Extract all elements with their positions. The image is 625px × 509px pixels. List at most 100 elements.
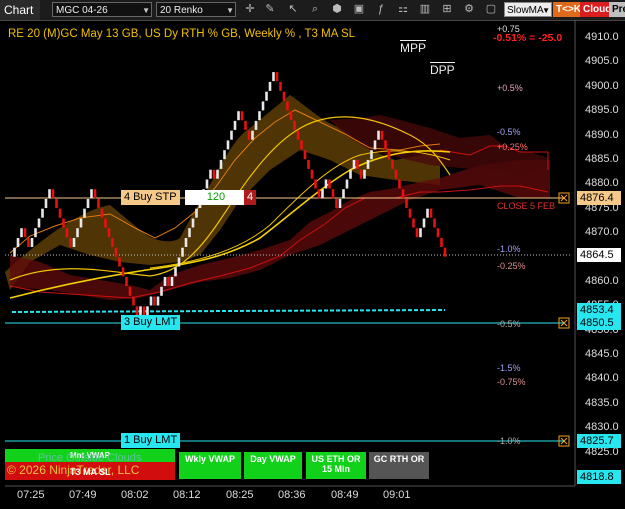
renko-brick-up	[90, 189, 93, 199]
renko-brick-up	[83, 208, 86, 218]
renko-brick-down	[23, 228, 27, 238]
renko-brick-down	[142, 306, 146, 316]
stop-order-quantity[interactable]: 120	[185, 190, 247, 205]
price-tick-label: 4880.0	[585, 177, 619, 190]
renko-brick-down	[331, 189, 335, 199]
last-price-marker: 4864.5	[577, 248, 621, 262]
price-tick-label: 4860.0	[585, 274, 619, 287]
renko-brick-down	[125, 277, 128, 286]
renko-brick-down	[107, 228, 111, 238]
gc-rth-or-button[interactable]: GC RTH OR	[369, 452, 429, 479]
pct-neg15-label: -1.5%	[497, 363, 521, 373]
renko-brick-down	[282, 91, 286, 101]
renko-brick-up	[342, 189, 345, 199]
renko-brick-down	[279, 81, 282, 91]
strategy-icon[interactable]: ƒ	[374, 2, 388, 16]
chart-menu-button[interactable]: Chart	[0, 0, 40, 20]
window-icon[interactable]: ▢	[484, 2, 498, 16]
instrument-selector[interactable]: MGC 04-26 ▼	[52, 2, 152, 17]
renko-brick-down	[135, 306, 139, 316]
indicator-select[interactable]: SlowMA ▼	[504, 2, 552, 17]
renko-brick-down	[384, 140, 387, 150]
renko-brick-up	[139, 306, 142, 316]
data-box-icon[interactable]: ▥	[418, 2, 432, 16]
renko-brick-up	[233, 120, 237, 130]
renko-brick-up	[366, 159, 370, 169]
indicators-icon[interactable]: ⚏	[396, 2, 410, 16]
renko-brick-up	[149, 296, 153, 306]
renko-brick-up	[251, 130, 254, 140]
renko-brick-down	[65, 228, 69, 238]
close-5-feb-label: CLOSE 5 FEB	[497, 201, 556, 211]
renko-brick-up	[76, 228, 79, 238]
renko-brick-up	[30, 238, 34, 247]
mpp-label: MPP	[400, 40, 427, 55]
bar-type-value: 20 Renko	[160, 5, 203, 16]
screenshot-icon[interactable]: ▣	[352, 2, 366, 16]
renko-brick-down	[114, 247, 118, 257]
chevron-down-icon: ▼	[142, 6, 150, 15]
buy-stop-order-label[interactable]: 4 Buy STP	[121, 190, 180, 205]
crosshair-icon[interactable]: ✛	[243, 2, 257, 16]
renko-brick-down	[356, 159, 359, 169]
pct-pos05-label: +0.5%	[497, 83, 523, 93]
premium-button[interactable]: Prem	[609, 2, 625, 17]
renko-brick-up	[72, 238, 76, 247]
zoom-icon[interactable]: ⌕	[308, 2, 322, 16]
renko-brick-down	[310, 169, 314, 179]
pct-neg05-label: -0.5%	[497, 127, 521, 137]
renko-brick-down	[405, 199, 408, 208]
price-tick-label: 4910.0	[585, 31, 619, 43]
bar-type-selector[interactable]: 20 Renko ▼	[156, 2, 236, 17]
pointer-icon[interactable]: ↖	[286, 2, 300, 16]
price-tick-label: 4890.0	[585, 128, 619, 141]
order-close-icons[interactable]	[558, 192, 570, 447]
pct-pos025-label: +0.25%	[497, 142, 528, 152]
renko-brick-up	[219, 159, 223, 169]
instrument-value: MGC 04-26	[56, 5, 108, 16]
pct-neg10b-label: -1.0%	[497, 436, 521, 446]
order-entry-icon[interactable]: ⊞	[440, 2, 454, 16]
tlk-toggle-button[interactable]: T<>K	[553, 2, 581, 17]
price-tick-label: 4900.0	[585, 79, 619, 92]
stop-price-marker: 4876.4	[577, 191, 621, 205]
renko-brick-up	[16, 238, 20, 247]
pct-neg025-label: -0.25%	[497, 261, 526, 271]
wkly-vwap-button[interactable]: Wkly VWAP	[179, 452, 241, 479]
price-chart[interactable]	[0, 20, 625, 509]
price-tick-label: 4905.0	[585, 55, 619, 68]
cloud-toggle-button[interactable]: Cloud	[580, 2, 611, 17]
buy-limit-1-order-label[interactable]: 1 Buy LMT	[121, 433, 181, 448]
price-tick-label: 4835.0	[585, 396, 619, 409]
bottom-price-marker: 4818.8	[577, 470, 621, 484]
renko-brick-down	[303, 150, 307, 160]
renko-brick-up	[373, 140, 377, 150]
t3-ma-sl-label: T3 MA SL	[70, 467, 111, 477]
limit-3-price-marker: 4850.5	[577, 316, 621, 330]
buy-limit-3-order-label[interactable]: 3 Buy LMT	[121, 315, 181, 330]
time-tick-label: 08:49	[331, 489, 359, 501]
renko-brick-up	[170, 277, 174, 286]
chart-style-icon[interactable]: ⬢	[330, 2, 344, 16]
time-tick-label: 08:02	[121, 489, 149, 501]
renko-brick-down	[387, 150, 391, 160]
pct-neg10-label: -1.0%	[497, 244, 521, 254]
us-eth-or-button[interactable]: US ETH OR 15 Min	[306, 452, 366, 479]
renko-brick-up	[41, 208, 44, 218]
renko-brick-down	[391, 159, 394, 169]
cyan-dash-line	[11, 309, 446, 313]
pct-neg051-label: -0.51% = -25.0	[493, 32, 563, 44]
cancel-stop-order-button[interactable]: 4	[244, 190, 257, 205]
renko-brick-down	[398, 179, 401, 189]
renko-brick-up	[146, 306, 149, 316]
renko-brick-down	[244, 120, 247, 130]
renko-brick-up	[160, 286, 163, 296]
properties-icon[interactable]: ⚙	[462, 2, 476, 16]
draw-tool-icon[interactable]: ✎	[263, 2, 277, 16]
renko-brick-up	[223, 150, 226, 160]
day-vwap-button[interactable]: Day VWAP	[244, 452, 302, 479]
price-tick-label: 4845.0	[585, 348, 619, 361]
renko-brick-up	[363, 169, 366, 179]
renko-brick-down	[317, 189, 321, 199]
time-tick-label: 07:25	[17, 489, 45, 501]
